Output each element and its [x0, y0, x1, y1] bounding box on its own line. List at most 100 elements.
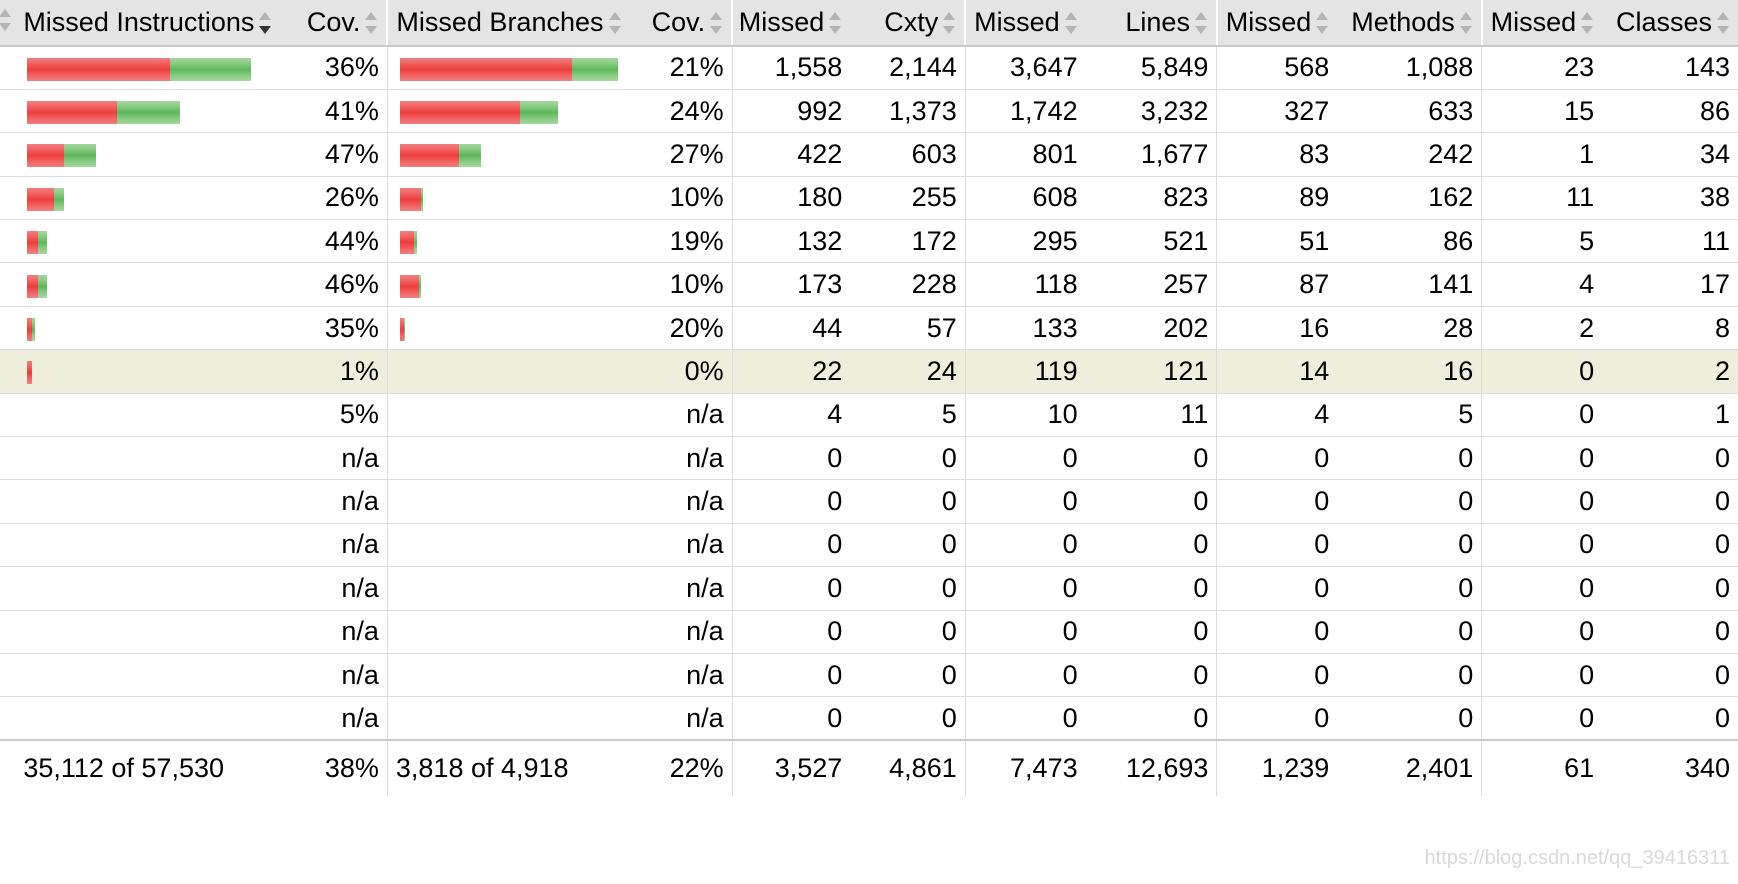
sort-arrows-icon[interactable] — [1064, 11, 1078, 34]
total-methods: 2,401 — [1337, 739, 1482, 797]
column-header-missed-methods[interactable]: Missed — [1215, 0, 1338, 47]
column-header-methods[interactable]: Methods — [1337, 0, 1482, 47]
table-row[interactable]: n/a n/a 0 0 0 0 0 0 0 0 — [0, 653, 1738, 698]
sort-arrows-icon[interactable] — [259, 11, 272, 34]
cell-methods: 0 — [1337, 653, 1482, 698]
sort-arrows-icon[interactable] — [1459, 11, 1473, 34]
cell-classes: 1 — [1602, 393, 1738, 438]
cell-missed-lines: 118 — [964, 262, 1086, 307]
cell-cxty: 0 — [850, 653, 966, 698]
table-footer: 35,112 of 57,530 38% 3,818 of 4,918 22% … — [0, 739, 1738, 797]
cell-missed-instructions-bar — [15, 89, 278, 134]
coverage-bar-instructions — [27, 187, 65, 211]
table-row[interactable]: 46% 10% 173 228 118 257 87 141 4 17 — [0, 262, 1738, 307]
cell-cov-instructions: 41% — [277, 89, 388, 134]
table-row[interactable]: n/a n/a 0 0 0 0 0 0 0 0 — [0, 610, 1738, 654]
total-missed-methods: 1,239 — [1216, 739, 1338, 797]
column-header-cov-branches[interactable]: Cov. — [646, 0, 733, 47]
table-row[interactable]: 44% 19% 132 172 295 521 51 86 5 11 — [0, 219, 1738, 264]
cell-cov-branches: n/a — [646, 696, 733, 741]
bar-segment-missed — [27, 144, 65, 168]
cell-missed-classes: 0 — [1481, 479, 1603, 524]
column-header-missed-branches[interactable]: Missed Branches — [386, 0, 647, 47]
cell-lines: 0 — [1085, 653, 1217, 698]
column-header-clipped[interactable] — [0, 0, 16, 47]
total-row-clipped-cell — [0, 739, 16, 797]
cell-cov-instructions: 44% — [277, 219, 388, 264]
cell-missed-methods: 0 — [1216, 653, 1338, 698]
table-row[interactable]: 41% 24% 992 1,373 1,742 3,232 327 633 15 86 — [0, 89, 1738, 134]
cell-cov-branches: 21% — [646, 46, 733, 90]
bar-segment-covered — [571, 57, 618, 81]
column-header-lines[interactable]: Lines — [1085, 0, 1217, 47]
column-header-missed-instructions[interactable]: Missed Instructions — [15, 0, 278, 47]
table-row[interactable]: n/a n/a 0 0 0 0 0 0 0 0 — [0, 566, 1738, 611]
cell-lines: 0 — [1085, 566, 1217, 611]
cell-missed-cxty: 44 — [731, 306, 851, 351]
cell-cxty: 24 — [850, 349, 966, 394]
table-row[interactable]: 35% 20% 44 57 133 202 16 28 2 8 — [0, 306, 1738, 351]
cell-missed-lines: 0 — [964, 610, 1086, 654]
cell-missed-lines: 133 — [964, 306, 1086, 351]
sort-arrows-icon[interactable] — [365, 11, 378, 34]
column-header-label: Missed — [738, 7, 825, 37]
bar-segment-covered — [38, 231, 48, 255]
sort-arrows-icon[interactable] — [829, 11, 842, 34]
column-header-missed-classes[interactable]: Missed — [1480, 0, 1603, 47]
cell-missed-cxty: 4 — [731, 393, 851, 438]
column-header-classes[interactable]: Classes — [1602, 0, 1738, 47]
cell-missed-instructions-bar — [15, 610, 278, 654]
cell-cxty: 0 — [850, 696, 966, 741]
table-row[interactable]: n/a n/a 0 0 0 0 0 0 0 0 — [0, 479, 1738, 524]
cell-missed-methods: 0 — [1216, 479, 1338, 524]
cell-cxty: 0 — [850, 610, 966, 654]
cell-missed-branches-bar — [386, 393, 647, 438]
cell-cxty: 603 — [850, 132, 966, 177]
table-row[interactable]: 47% 27% 422 603 801 1,677 83 242 1 34 — [0, 132, 1738, 177]
cell-lines: 202 — [1085, 306, 1217, 351]
cell-missed-classes: 0 — [1481, 393, 1603, 438]
cell-cxty: 0 — [850, 523, 966, 568]
sort-arrows-icon[interactable] — [710, 11, 723, 34]
cell-missed-classes: 5 — [1481, 219, 1603, 264]
cell-cxty: 228 — [850, 262, 966, 307]
sort-arrows-icon[interactable] — [943, 11, 956, 34]
row-clipped-cell — [0, 219, 16, 264]
cell-cov-branches: n/a — [646, 393, 733, 438]
table-row[interactable]: n/a n/a 0 0 0 0 0 0 0 0 — [0, 523, 1738, 568]
cell-missed-instructions-bar — [15, 219, 278, 264]
table-row[interactable]: 1% 0% 22 24 119 121 14 16 0 2 — [0, 349, 1738, 394]
table-row[interactable]: n/a n/a 0 0 0 0 0 0 0 0 — [0, 436, 1738, 481]
cell-missed-cxty: 173 — [731, 262, 851, 307]
cell-missed-branches-bar — [386, 523, 647, 568]
cell-methods: 242 — [1337, 132, 1482, 177]
sort-arrows-icon[interactable] — [1316, 11, 1329, 34]
column-header-missed-lines[interactable]: Missed — [964, 0, 1086, 47]
row-clipped-cell — [0, 653, 16, 698]
cell-missed-lines: 295 — [964, 219, 1086, 264]
cell-lines: 0 — [1085, 696, 1217, 741]
cell-missed-cxty: 0 — [731, 696, 851, 741]
column-header-cxty[interactable]: Cxty — [850, 0, 966, 47]
sort-arrows-icon[interactable] — [0, 9, 12, 31]
column-header-cov-instructions[interactable]: Cov. — [277, 0, 388, 47]
sort-arrows-icon[interactable] — [1581, 11, 1594, 34]
column-header-missed-cxty[interactable]: Missed — [731, 0, 851, 47]
coverage-bar-branches — [399, 231, 417, 255]
sort-arrows-icon[interactable] — [1717, 11, 1730, 34]
column-header-label: Missed Branches — [396, 7, 604, 37]
cell-missed-methods: 51 — [1216, 219, 1338, 264]
table-row[interactable]: 5% n/a 4 5 10 11 4 5 0 1 — [0, 393, 1738, 438]
sort-arrows-icon[interactable] — [1194, 11, 1208, 34]
table-row[interactable]: n/a n/a 0 0 0 0 0 0 0 0 — [0, 696, 1738, 741]
total-missed-instructions: 35,112 of 57,530 — [15, 739, 278, 797]
table-row[interactable]: 36% 21% 1,558 2,144 3,647 5,849 568 1,088 23 143 — [0, 46, 1738, 90]
column-header-label: Methods — [1351, 7, 1455, 37]
bar-segment-covered — [413, 231, 417, 255]
bar-segment-covered — [170, 57, 252, 81]
cell-methods: 16 — [1337, 349, 1482, 394]
cell-missed-methods: 0 — [1216, 696, 1338, 741]
cell-cov-branches: n/a — [646, 436, 733, 481]
table-row[interactable]: 26% 10% 180 255 608 823 89 162 11 38 — [0, 176, 1738, 221]
sort-arrows-icon[interactable] — [608, 11, 622, 34]
